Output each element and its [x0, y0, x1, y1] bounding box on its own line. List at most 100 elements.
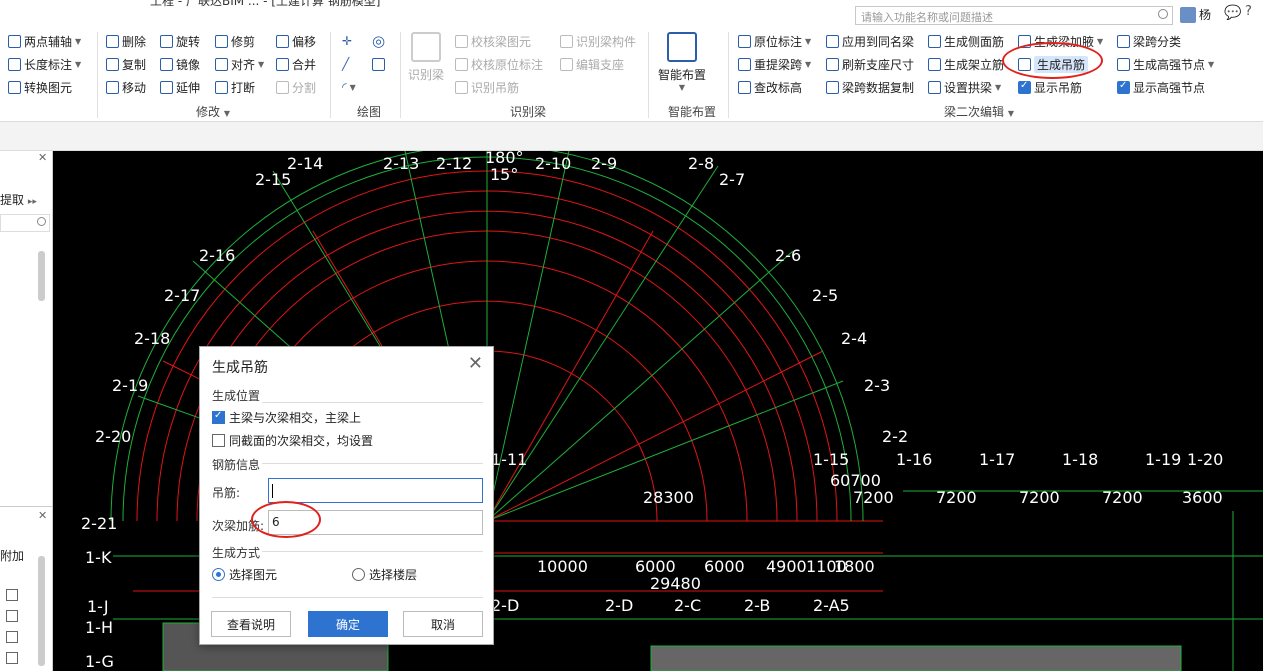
- scrollbar[interactable]: [38, 556, 45, 666]
- axis-label: 2-13: [383, 154, 419, 173]
- close-icon[interactable]: ✕: [38, 151, 47, 164]
- identify-beam-component-button[interactable]: 识别梁构件: [560, 31, 636, 51]
- scrollbar[interactable]: [38, 251, 45, 301]
- two-point-axis-button[interactable]: 两点辅轴 ▼: [8, 31, 81, 51]
- check-annotation-button[interactable]: 校核原位标注: [455, 54, 543, 74]
- merge-button[interactable]: 合并: [276, 54, 316, 74]
- align-icon: [215, 57, 228, 71]
- origin-annotation-button[interactable]: 原位标注 ▼: [738, 31, 811, 51]
- axis-label: 2-7: [719, 170, 745, 189]
- arch-icon: [928, 80, 941, 94]
- user-account[interactable]: 杨: [1180, 6, 1211, 23]
- line-tool[interactable]: ╱: [342, 54, 349, 74]
- dimension-text: 4900: [766, 557, 807, 576]
- radio: [352, 568, 365, 581]
- extend-button[interactable]: 延伸: [160, 77, 200, 97]
- show-node-checkbox[interactable]: 显示高强节点: [1117, 77, 1205, 97]
- axis-label: 1-15: [813, 450, 849, 469]
- row-checkbox[interactable]: [6, 652, 18, 664]
- chat-icon[interactable]: 💬: [1224, 5, 1241, 21]
- arc-tool[interactable]: ◜ ▼: [342, 77, 356, 97]
- identify-beam-button[interactable]: 识别梁: [408, 32, 444, 83]
- convert-icon: [8, 80, 21, 94]
- group-label-smart: 智能布置: [668, 105, 717, 119]
- panel-search[interactable]: [0, 214, 50, 232]
- rect-tool[interactable]: [372, 54, 385, 74]
- check-icon: [455, 34, 468, 48]
- show-hanger-checkbox[interactable]: 显示吊筋: [1018, 77, 1082, 97]
- circle-tool[interactable]: ◎: [372, 31, 385, 51]
- axis-label: 2-3: [864, 376, 890, 395]
- dimension-text: 10000: [537, 557, 588, 576]
- axis-label: 2-C: [674, 596, 701, 615]
- span-copy-icon: [826, 80, 839, 94]
- ribbon-toolbar: 两点辅轴 ▼ 长度标注 ▼ 转换图元 删除 旋转 修剪 偏移 复制 镜像 对齐 ▼ 合…: [0, 28, 1263, 122]
- check-beam-button[interactable]: 校核梁图元: [455, 31, 531, 51]
- radio-select-floor[interactable]: 选择楼层: [352, 566, 417, 583]
- break-icon: [215, 80, 228, 94]
- copy-button[interactable]: 复制: [106, 54, 146, 74]
- sub-toolbar: [0, 122, 1263, 151]
- checkbox: [212, 434, 225, 447]
- axis-label: 1-H: [85, 618, 113, 637]
- erect-rebar-button[interactable]: 生成架立筋: [928, 54, 1004, 74]
- axis-label: 2-6: [775, 246, 801, 265]
- length-dimension-button[interactable]: 长度标注 ▼: [8, 54, 81, 74]
- axis-label: 1-16: [896, 450, 932, 469]
- convert-element-button[interactable]: 转换图元: [8, 77, 72, 97]
- split-button[interactable]: 分割: [276, 77, 316, 97]
- support-icon: [560, 57, 573, 71]
- help-button[interactable]: 查看说明: [211, 611, 291, 637]
- high-strength-node-button[interactable]: 生成高强节点 ▼: [1117, 54, 1214, 74]
- arch-beam-button[interactable]: 设置拱梁 ▼: [928, 77, 1001, 97]
- axis-label: 1-G: [85, 652, 114, 671]
- span-classify-button[interactable]: 梁跨分类: [1117, 31, 1181, 51]
- search-icon[interactable]: [1158, 9, 1168, 19]
- span-copy-button[interactable]: 梁跨数据复制: [826, 77, 914, 97]
- side-rebar-button[interactable]: 生成侧面筋: [928, 31, 1004, 51]
- group-label-beam-edit: 梁二次编辑 ▼: [944, 105, 1014, 119]
- move-icon: [106, 80, 119, 94]
- align-button[interactable]: 对齐 ▼: [215, 54, 264, 74]
- close-icon[interactable]: ✕: [38, 509, 47, 522]
- point-tool[interactable]: ✛: [342, 31, 352, 51]
- same-section-checkbox[interactable]: 同截面的次梁相交，均设置: [212, 432, 373, 449]
- rectangle-icon: [372, 57, 385, 71]
- ok-button[interactable]: 确定: [308, 611, 388, 637]
- rotate-button[interactable]: 旋转: [160, 31, 200, 51]
- row-checkbox[interactable]: [6, 589, 18, 601]
- row-checkbox[interactable]: [6, 610, 18, 622]
- angle-label: 15°: [490, 165, 518, 184]
- smart-layout-button[interactable]: 智能布置 ▼: [658, 32, 706, 92]
- hanger-input[interactable]: [268, 478, 483, 503]
- checkbox-icon: [1018, 80, 1031, 94]
- extract-label[interactable]: 提取 ▸▸: [0, 191, 52, 208]
- dimension-text: 6000: [704, 557, 745, 576]
- cancel-button[interactable]: 取消: [403, 611, 483, 637]
- mirror-button[interactable]: 镜像: [160, 54, 200, 74]
- attach-label: 附加: [0, 549, 25, 563]
- close-icon[interactable]: ✕: [468, 353, 483, 374]
- search-input[interactable]: 请输入功能名称或问题描述: [855, 6, 1173, 25]
- move-button[interactable]: 移动: [106, 77, 146, 97]
- refresh-support-button[interactable]: 刷新支座尺寸: [826, 54, 914, 74]
- identify-hanger-button[interactable]: 识别吊筋: [455, 77, 519, 97]
- offset-button[interactable]: 偏移: [276, 31, 316, 51]
- row-checkbox[interactable]: [6, 631, 18, 643]
- edit-support-button[interactable]: 编辑支座: [560, 54, 624, 74]
- group-label-modify: 修改 ▼: [196, 105, 230, 119]
- axis-icon: [8, 34, 21, 48]
- apply-same-beam-button[interactable]: 应用到同名梁: [826, 31, 914, 51]
- radio-select-element[interactable]: 选择图元: [212, 566, 277, 583]
- break-button[interactable]: 打断: [215, 77, 255, 97]
- axis-label: 2-2: [882, 427, 908, 446]
- re-extract-span-button[interactable]: 重提梁跨 ▼: [738, 54, 811, 74]
- span-icon: [738, 57, 751, 71]
- search-placeholder: 请输入功能名称或问题描述: [861, 11, 993, 24]
- user-name: 杨: [1199, 8, 1212, 22]
- main-beam-checkbox[interactable]: 主梁与次梁相交，主梁上: [212, 409, 361, 426]
- trim-button[interactable]: 修剪: [215, 31, 255, 51]
- help-icon[interactable]: ?: [1245, 4, 1252, 19]
- check-elevation-button[interactable]: 查改标高: [738, 77, 802, 97]
- delete-button[interactable]: 删除: [106, 31, 146, 51]
